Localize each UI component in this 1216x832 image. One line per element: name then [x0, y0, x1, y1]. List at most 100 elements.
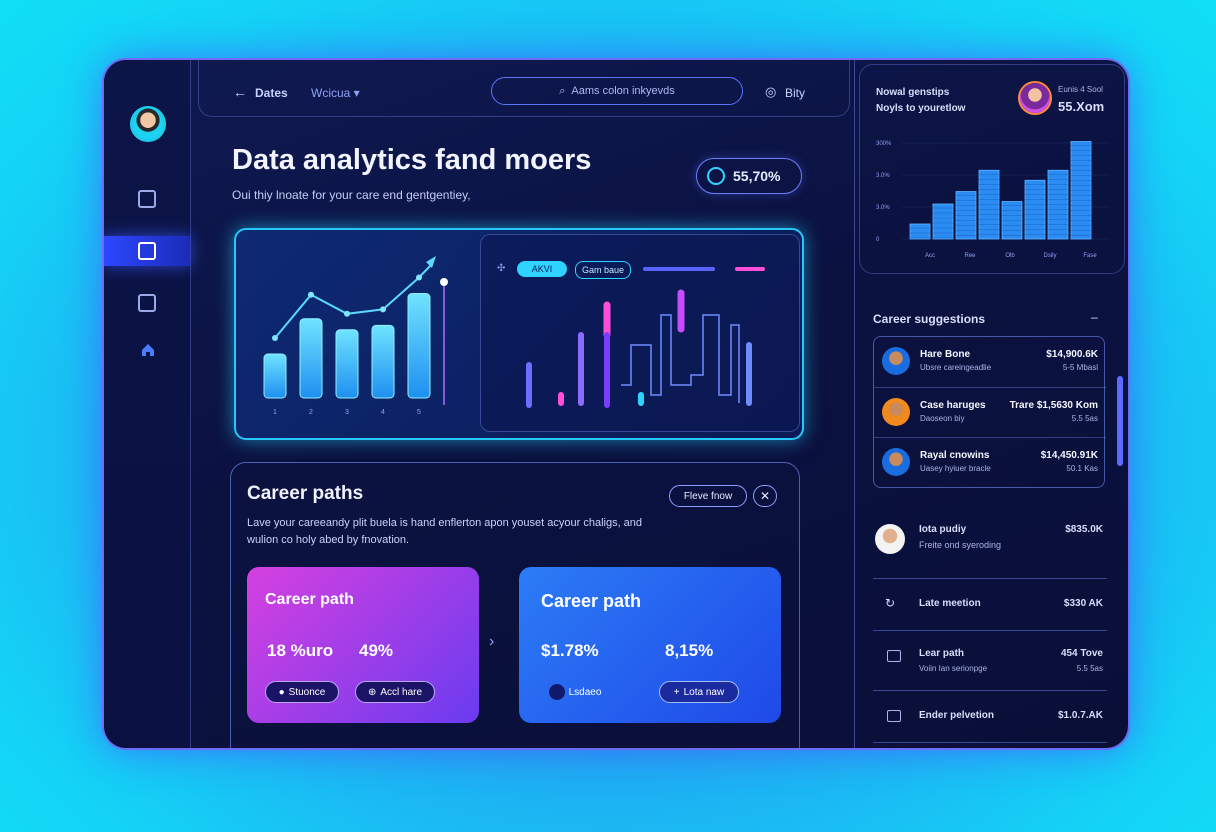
- view-more-button[interactable]: Fleve fnow: [669, 485, 747, 507]
- link-button[interactable]: Lsdaeo: [539, 681, 611, 703]
- sidebar-dashboard-icon[interactable]: [138, 242, 156, 260]
- profile-value: 55.Xom: [1058, 99, 1105, 114]
- chart-bar: [371, 324, 395, 399]
- career-path-metric: 18 %uro: [267, 641, 334, 660]
- learn-more-button[interactable]: + Lota naw: [659, 681, 739, 703]
- list-item-value: $835.0K: [1065, 524, 1103, 535]
- right-panel: Nowal genstips Noyls to youretlow Eunis …: [854, 60, 1128, 748]
- mini-bar-chart: 300% 3.0% 3.0% 0 Acc Ree Olb Dsily Fase: [876, 141, 1110, 259]
- suggestion-subtitle: Daoseon biy: [920, 414, 965, 423]
- suggestions-title: Career suggestions: [873, 312, 986, 326]
- source-button[interactable]: ● Stuonce: [265, 681, 339, 703]
- chart-bar: [978, 169, 1000, 240]
- pin-icon: ●: [278, 686, 285, 698]
- list-item[interactable]: ↻ Late meetion $330 AK: [873, 578, 1107, 631]
- suggestion-name: Hare Bone: [920, 349, 971, 360]
- chart-bar: [1047, 169, 1069, 240]
- list-item[interactable]: Lear path Voiin Ian serionpge 454 Tove 5…: [873, 630, 1107, 691]
- list-item-name: Late meetion: [919, 598, 981, 609]
- career-path-card[interactable]: Career path 18 %uro 49% ● Stuonce ⊕ Accl h…: [247, 567, 479, 723]
- x-tick-label: Fase: [1083, 253, 1097, 259]
- refresh-icon: ↻: [885, 596, 896, 610]
- app-window: ← Dates Wcicua ▾ ⌕ Aams colon inkyevds ◎…: [104, 60, 1128, 748]
- collapse-icon[interactable]: –: [1091, 310, 1098, 324]
- sidebar-chart-icon[interactable]: [138, 294, 156, 312]
- back-label[interactable]: Dates: [255, 86, 288, 100]
- growth-bar-chart: 1 2 3 4 5: [263, 256, 448, 416]
- chart-tag-active[interactable]: AKVI: [517, 261, 567, 277]
- plus-icon: ⊕: [367, 686, 377, 698]
- career-paths-section: Career paths Lave your careeandy plit bu…: [230, 462, 800, 748]
- gear-icon[interactable]: ◎: [765, 84, 776, 100]
- career-path-metric: 8,15%: [665, 641, 714, 660]
- x-tick-label: 4: [381, 409, 385, 416]
- trend-point: [272, 335, 278, 341]
- x-tick-label: Acc: [925, 253, 935, 259]
- suggestion-subtitle: Ubsre careingeadlie: [920, 363, 992, 372]
- chart-filter-icon[interactable]: ✣: [497, 263, 505, 274]
- career-paths-title: Career paths: [247, 483, 364, 504]
- chart-tag[interactable]: Gam baue: [575, 261, 631, 279]
- suggestion-item[interactable]: Rayal cnowins Uasey hyiuer bracle $14,45…: [874, 437, 1106, 488]
- career-path-card[interactable]: Career path $1.78% 8,15% Lsdaeo + Lota na…: [519, 567, 781, 723]
- suggestions-list: Hare Bone Ubsre careingeadlie $14,900.6K…: [873, 336, 1106, 488]
- y-tick-label: 3.0%: [876, 173, 890, 179]
- sidebar-folder-icon[interactable]: [138, 190, 156, 208]
- search-input[interactable]: ⌕ Aams colon inkyevds: [491, 77, 743, 105]
- topbar-right-label[interactable]: Bity: [785, 86, 805, 100]
- career-path-metric: 49%: [359, 641, 394, 660]
- career-paths-description: Lave your careeandy plit buela is hand e…: [247, 517, 643, 546]
- home-icon[interactable]: [140, 342, 156, 358]
- x-tick-label: 3: [345, 409, 349, 416]
- card-icon: [887, 710, 901, 722]
- suggestion-item[interactable]: Hare Bone Ubsre careingeadlie $14,900.6K…: [874, 337, 1106, 387]
- suggestion-name: Case haruges: [920, 400, 986, 411]
- trend-point: [308, 291, 314, 298]
- suggestion-item[interactable]: Case haruges Daoseon biy Trare $1,5630 K…: [874, 387, 1106, 438]
- y-tick-label: 300%: [876, 141, 892, 147]
- y-tick-label: 0: [876, 237, 880, 243]
- add-button[interactable]: ⊕ Accl hare: [355, 681, 435, 703]
- list-item-value: $1.0.7.AK: [1057, 710, 1103, 721]
- chart-bar: [263, 353, 287, 399]
- list-item-name: Iota pudiy: [919, 524, 967, 535]
- chart-bar: [335, 329, 359, 399]
- user-avatar[interactable]: [132, 108, 164, 140]
- scrollbar[interactable]: [1117, 376, 1123, 466]
- marker-point: [440, 278, 448, 286]
- kpi-ring-icon: [707, 167, 725, 185]
- kpi-badge[interactable]: 55,70%: [696, 158, 802, 194]
- trend-point: [344, 310, 350, 317]
- page-title: Data analytics fand moers: [232, 144, 592, 176]
- plus-icon: +: [673, 686, 680, 698]
- suggestion-value: $14,450.91K: [1040, 450, 1098, 461]
- list-item-name: Ender pelvetion: [919, 710, 995, 721]
- x-tick-label: Dsily: [1044, 253, 1057, 259]
- search-icon: ⌕: [559, 84, 566, 97]
- x-tick-label: Ree: [964, 253, 976, 259]
- back-arrow-icon[interactable]: ←: [233, 84, 247, 100]
- suggestion-meta: 5-5 Mbasl: [1062, 363, 1098, 372]
- profile-label: Eunis 4 Sool: [1058, 85, 1103, 94]
- career-path-card-title: Career path: [541, 591, 642, 611]
- suggestion-meta: 50.1 Kas: [1066, 464, 1098, 473]
- x-tick-label: 5: [417, 409, 421, 416]
- x-tick-label: 2: [309, 409, 313, 416]
- chart-bar: [407, 293, 431, 399]
- view-dropdown[interactable]: Wcicua ▾: [311, 86, 360, 100]
- list-item[interactable]: Iota pudiy Freite ond syeroding $835.0K: [873, 506, 1107, 579]
- suggestion-value: Trare $1,5630 Kom: [1009, 400, 1098, 411]
- chart-legend-line: [643, 267, 715, 271]
- list-item-meta: 5.5 5as: [1076, 664, 1103, 673]
- profile-avatar[interactable]: [1020, 83, 1050, 113]
- chart-bar: [299, 318, 323, 399]
- close-icon[interactable]: ✕: [753, 485, 777, 507]
- suggestion-name: Rayal cnowins: [920, 450, 990, 461]
- trend-arrowhead: [426, 256, 436, 268]
- person-avatar: [875, 524, 905, 554]
- list-item-subtitle: Voiin Ian serionpge: [919, 664, 988, 673]
- suggestion-avatar: [882, 448, 910, 476]
- list-item[interactable]: Ender pelvetion $1.0.7.AK: [873, 690, 1107, 743]
- chevron-right-icon[interactable]: ›: [489, 633, 494, 651]
- list-item-name: Lear path: [919, 648, 965, 659]
